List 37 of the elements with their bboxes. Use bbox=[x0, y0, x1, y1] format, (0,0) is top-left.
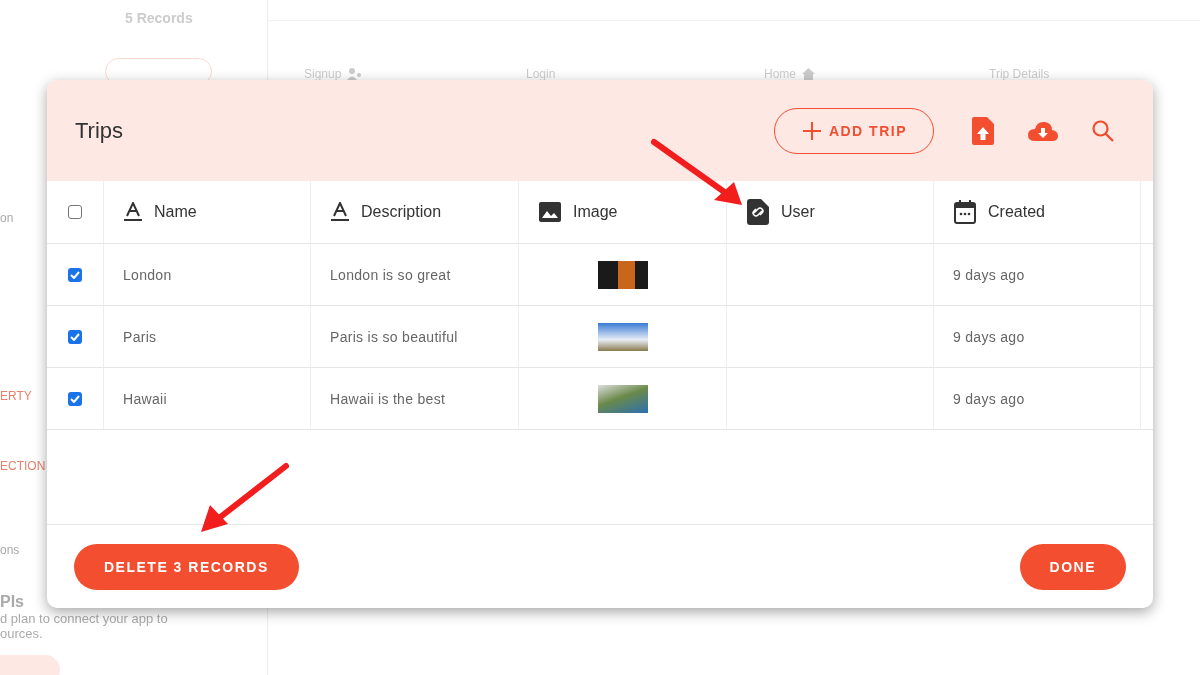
table-cell: Hawaii is the best bbox=[311, 368, 519, 430]
dialog-title: Trips bbox=[75, 117, 125, 144]
photo-placeholder bbox=[597, 260, 648, 289]
table-cell: 9 days ago bbox=[934, 244, 1141, 306]
people-icon bbox=[347, 68, 364, 80]
image-icon bbox=[539, 202, 561, 222]
done-button[interactable]: DONE bbox=[1019, 543, 1126, 590]
row-checkbox[interactable] bbox=[68, 329, 82, 344]
table-cell: London bbox=[104, 244, 311, 306]
row-checkbox[interactable] bbox=[68, 267, 82, 282]
link-document-icon bbox=[747, 199, 769, 225]
column-header[interactable]: Created bbox=[934, 181, 1141, 244]
section-text: ources. bbox=[0, 626, 43, 641]
table-cell: London is so great bbox=[311, 244, 519, 306]
photo-placeholder bbox=[597, 384, 648, 413]
column-header[interactable]: Description bbox=[311, 181, 519, 244]
section-text: d plan to connect your app to bbox=[0, 611, 168, 626]
table-cell: Hawaii bbox=[104, 368, 311, 430]
section-title: PIs bbox=[0, 593, 24, 611]
row-checkbox[interactable] bbox=[68, 391, 82, 406]
home-icon bbox=[802, 68, 815, 80]
plus-icon bbox=[802, 121, 821, 140]
select-all-checkbox[interactable] bbox=[68, 205, 82, 219]
text-format-icon bbox=[331, 202, 349, 222]
sidebar-text: ons bbox=[0, 543, 20, 559]
column-header[interactable]: Name bbox=[104, 181, 311, 244]
table-cell: Paris is so beautiful bbox=[311, 306, 519, 368]
calendar-icon bbox=[954, 200, 976, 224]
sidebar-text: on bbox=[0, 211, 14, 227]
text-format-icon bbox=[124, 202, 142, 222]
sidebar-text: ECTION bbox=[0, 459, 46, 475]
delete-records-button[interactable]: DELETE 3 RECORDS bbox=[74, 543, 299, 590]
photo-placeholder bbox=[597, 322, 648, 351]
sidebar-text: ERTY bbox=[0, 389, 32, 405]
table-cell: 9 days ago bbox=[934, 306, 1141, 368]
table-cell: Paris bbox=[104, 306, 311, 368]
table-cell: 9 days ago bbox=[934, 368, 1141, 430]
